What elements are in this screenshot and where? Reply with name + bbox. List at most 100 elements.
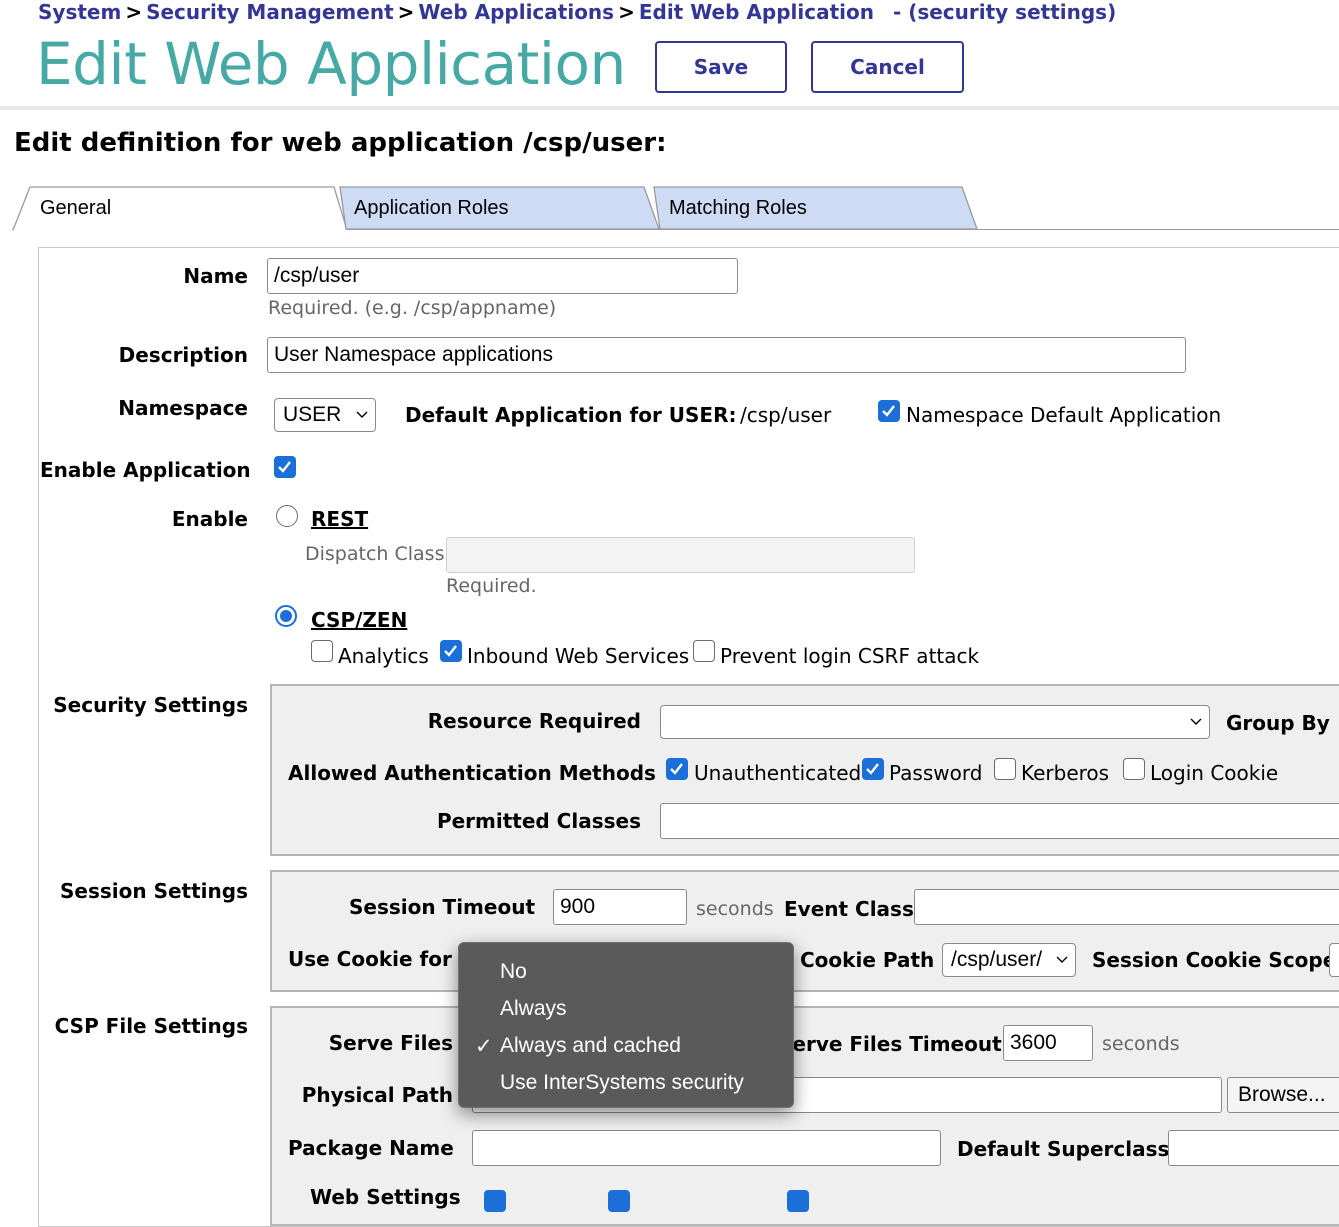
rest-label: REST (311, 507, 369, 531)
ns-default-checkbox[interactable] (878, 400, 900, 422)
rest-radio[interactable] (276, 505, 298, 527)
cookie-scope-label: Session Cookie Scope (1092, 948, 1337, 972)
csp-file-settings-label: CSP File Settings (54, 1014, 248, 1038)
serve-timeout-seconds: seconds (1102, 1033, 1180, 1055)
check-icon (866, 763, 879, 775)
dispatch-class-hint: Required. (446, 575, 537, 597)
namespace-label: Namespace (118, 396, 248, 420)
page-subtitle: Edit definition for web application /csp… (14, 128, 667, 158)
cspzen-radio[interactable] (275, 605, 297, 627)
physical-path-label: Physical Path (301, 1083, 453, 1107)
page-title: Edit Web Application (36, 30, 626, 98)
unauthenticated-label: Unauthenticated (694, 761, 862, 785)
serve-files-dropdown-menu: No Always ✓ Always and cached Use InterS… (458, 942, 794, 1108)
check-icon (670, 763, 683, 775)
permitted-classes-label: Permitted Classes (436, 809, 641, 833)
tab-matching-roles[interactable]: Matching Roles (650, 186, 980, 230)
check-icon (444, 645, 457, 657)
header-divider (0, 106, 1339, 110)
browse-button[interactable]: Browse... (1227, 1077, 1339, 1113)
inbound-ws-label: Inbound Web Services (467, 644, 690, 668)
breadcrumb-suffix: - (security settings) (892, 0, 1117, 24)
tab-general-label: General (40, 197, 112, 219)
cookie-path-value: /csp/user/ (951, 948, 1043, 971)
default-app-value: /csp/user (740, 403, 832, 427)
tab-application-roles-label: Application Roles (354, 197, 509, 219)
login-cookie-checkbox[interactable] (1123, 758, 1145, 780)
chevron-down-icon (356, 411, 368, 418)
security-settings-label: Security Settings (53, 693, 248, 717)
cookie-scope-select[interactable] (1329, 943, 1339, 977)
breadcrumb-separator: > (125, 0, 143, 24)
csrf-label: Prevent login CSRF attack (720, 644, 980, 668)
breadcrumb-edit-web-application[interactable]: Edit Web Application (639, 0, 874, 24)
breadcrumb-separator: > (618, 0, 635, 24)
cookie-path-select[interactable]: /csp/user/ (942, 943, 1076, 977)
web-setting-checkbox[interactable] (484, 1190, 506, 1212)
event-class-label: Event Class (784, 897, 914, 921)
default-app-label: Default Application for USER: (405, 403, 737, 427)
kerberos-label: Kerberos (1021, 761, 1110, 785)
dropdown-option-always-cached[interactable]: Always and cached (500, 1034, 681, 1058)
tab-application-roles[interactable]: Application Roles (336, 186, 660, 230)
description-input[interactable]: User Namespace applications (267, 337, 1186, 373)
csrf-checkbox[interactable] (693, 640, 715, 662)
namespace-select-value: USER (283, 403, 342, 426)
cspzen-label: CSP/ZEN (311, 608, 408, 632)
name-label: Name (183, 264, 248, 288)
check-icon (278, 461, 291, 473)
login-cookie-label: Login Cookie (1150, 761, 1279, 785)
check-icon (882, 405, 895, 417)
enable-app-label: Enable Application (40, 458, 251, 482)
web-settings-label: Web Settings (310, 1185, 461, 1209)
web-setting-checkbox[interactable] (608, 1190, 630, 1212)
enable-app-checkbox[interactable] (274, 456, 296, 478)
auth-methods-label: Allowed Authentication Methods (288, 761, 656, 785)
dropdown-option-always[interactable]: Always (500, 997, 567, 1021)
tab-general[interactable]: General (12, 186, 348, 230)
web-setting-checkbox[interactable] (787, 1190, 809, 1212)
breadcrumb-system[interactable]: System (38, 0, 121, 24)
permitted-classes-input[interactable] (660, 803, 1339, 839)
analytics-checkbox[interactable] (311, 640, 333, 662)
dropdown-option-intersystems-security[interactable]: Use InterSystems security (500, 1071, 744, 1095)
session-timeout-seconds: seconds (696, 898, 774, 920)
inbound-ws-checkbox[interactable] (440, 640, 462, 662)
breadcrumb-security-management[interactable]: Security Management (146, 0, 394, 24)
enable-label: Enable (171, 507, 248, 531)
group-by-label: Group By (1226, 711, 1330, 735)
serve-files-label: Serve Files (328, 1031, 453, 1055)
use-cookie-label: Use Cookie for S (288, 947, 474, 971)
password-checkbox[interactable] (862, 758, 884, 780)
session-timeout-input[interactable]: 900 (553, 889, 687, 925)
serve-timeout-label: Serve Files Timeout (778, 1032, 1002, 1056)
ns-default-label: Namespace Default Application (906, 403, 1222, 427)
breadcrumb-separator: > (397, 0, 415, 24)
dispatch-class-input[interactable] (446, 537, 915, 573)
dropdown-option-no[interactable]: No (500, 960, 527, 984)
default-superclass-label: Default Superclass (957, 1137, 1170, 1161)
event-class-input[interactable] (914, 889, 1339, 925)
package-name-input[interactable] (472, 1130, 941, 1166)
dispatch-class-label: Dispatch Class (305, 543, 445, 565)
session-timeout-label: Session Timeout (348, 895, 535, 919)
checkmark-icon: ✓ (475, 1035, 493, 1058)
namespace-select[interactable]: USER (274, 398, 376, 432)
unauthenticated-checkbox[interactable] (666, 758, 688, 780)
serve-timeout-input[interactable]: 3600 (1003, 1025, 1093, 1061)
package-name-label: Package Name (288, 1136, 454, 1160)
name-input[interactable]: /csp/user (267, 258, 738, 294)
resource-required-select[interactable] (660, 705, 1210, 739)
cookie-path-label: Cookie Path (800, 948, 935, 972)
save-button[interactable]: Save (655, 41, 787, 93)
chevron-down-icon (1190, 718, 1202, 725)
kerberos-checkbox[interactable] (994, 758, 1016, 780)
description-label: Description (118, 343, 248, 367)
breadcrumb-web-applications[interactable]: Web Applications (418, 0, 614, 24)
resource-required-label: Resource Required (427, 709, 641, 733)
password-label: Password (889, 761, 983, 785)
tab-matching-roles-label: Matching Roles (669, 197, 807, 219)
cancel-button[interactable]: Cancel (811, 41, 964, 93)
default-superclass-input[interactable] (1168, 1130, 1339, 1166)
breadcrumb: System > Security Management > Web Applicati… (38, 0, 1116, 24)
